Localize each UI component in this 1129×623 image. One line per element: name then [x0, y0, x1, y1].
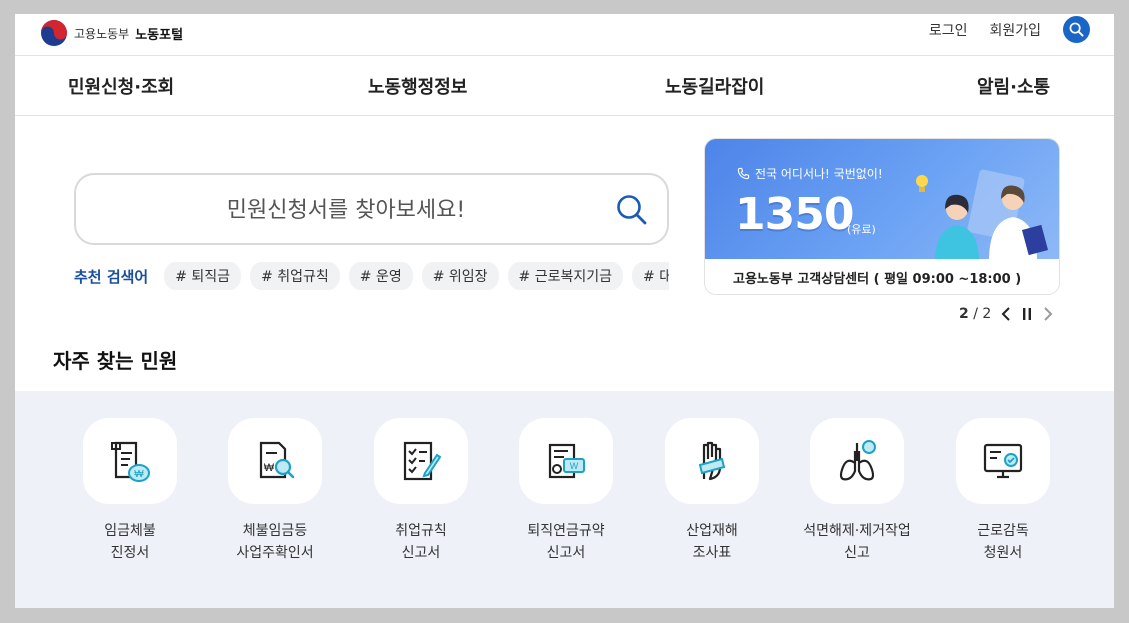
- frequent-icon-box: ₩: [83, 418, 177, 504]
- checklist-icon: [403, 441, 442, 481]
- frequent-label-line1: 근로감독: [977, 523, 1029, 539]
- signup-link[interactable]: 회원가입: [989, 20, 1041, 40]
- frequent-item-unpaid-wage-confirmation[interactable]: ₩ 체불임금등 사업주확인서: [205, 418, 345, 564]
- page: 고용노동부 노동포털 로그인 회원가입 민원신청·조회 노동행정정보 노동길라잡…: [15, 14, 1114, 608]
- frequent-label: 취업규칙 신고서: [351, 520, 491, 564]
- frequent-label-line2: 신고서: [546, 545, 586, 561]
- wage-document-icon: ₩: [111, 441, 150, 482]
- frequent-item-labor-inspection[interactable]: 근로감독 청원서: [933, 418, 1073, 564]
- frequent-label-line1: 석면해제·제거작업: [803, 523, 911, 539]
- frequent-label-line1: 체불임금등: [242, 523, 308, 539]
- recommended-label: 추천 검색어: [74, 267, 149, 286]
- chevron-right-icon: [1044, 307, 1053, 321]
- frequent-label: 임금체불 진정서: [60, 520, 200, 564]
- frequent-icon-box: W: [519, 418, 613, 504]
- nav-civil-service[interactable]: 민원신청·조회: [68, 73, 174, 99]
- utility-menu: 로그인 회원가입: [929, 16, 1090, 43]
- frequent-label-line2: 신고: [844, 545, 870, 561]
- callcenter-banner[interactable]: 전국 어디서나! 국번없이! 1350 (유료) 고용노동부 고객상담센터 ( …: [704, 138, 1060, 295]
- frequent-item-wage-complaint[interactable]: ₩ 임금체불 진정서: [60, 418, 200, 564]
- header-search-button[interactable]: [1063, 16, 1090, 43]
- search-input[interactable]: [96, 191, 596, 229]
- frequent-label: 체불임금등 사업주확인서: [205, 520, 345, 564]
- document-search-icon: ₩: [259, 441, 295, 479]
- pager-total: / 2: [973, 306, 992, 322]
- banner-pager: 2 / 2: [959, 306, 1053, 322]
- logo-org: 고용노동부: [74, 26, 130, 41]
- logo-name: 노동포털: [135, 27, 184, 43]
- frequent-icon-box: [374, 418, 468, 504]
- keyword-tag[interactable]: # 위임장: [421, 262, 499, 290]
- frequent-item-employment-rules[interactable]: 취업규칙 신고서: [351, 418, 491, 564]
- frequent-item-asbestos-removal[interactable]: 석면해제·제거작업 신고: [787, 418, 927, 564]
- main-navigation: 민원신청·조회 노동행정정보 노동길라잡이 알림·소통: [15, 56, 1114, 116]
- pause-icon: [1023, 308, 1032, 320]
- login-link[interactable]: 로그인: [929, 20, 968, 40]
- frequent-label-line1: 취업규칙: [395, 523, 447, 539]
- recommended-keywords: 추천 검색어 # 퇴직금 # 취업규칙 # 운영 # 위임장 # 근로복지기금 …: [74, 262, 669, 290]
- chevron-left-icon: [1001, 307, 1010, 321]
- frequent-label-line2: 진정서: [110, 545, 150, 561]
- banner-subtitle: 전국 어디서나! 국번없이!: [737, 165, 883, 182]
- nav-labor-guide[interactable]: 노동길라잡이: [665, 73, 764, 99]
- frequent-section-title: 자주 찾는 민원: [53, 349, 178, 373]
- pension-certificate-icon: W: [548, 443, 585, 479]
- frequent-label-line2: 사업주확인서: [236, 545, 314, 561]
- frequent-label: 근로감독 청원서: [933, 520, 1073, 564]
- pager-pause-button[interactable]: [1021, 306, 1033, 322]
- pager-count: 2 / 2: [959, 306, 991, 322]
- taegeuk-emblem-icon: [41, 20, 67, 46]
- injured-hand-icon: [698, 441, 726, 481]
- pager-current: 2: [959, 306, 969, 322]
- frequent-icon-box: ₩: [228, 418, 322, 504]
- site-logo[interactable]: 고용노동부 노동포털: [40, 19, 183, 47]
- frequent-label: 퇴직연금규약 신고서: [496, 520, 636, 564]
- lungs-icon: [839, 440, 876, 481]
- frequent-label: 석면해제·제거작업 신고: [787, 520, 927, 564]
- frequent-label-line2: 신고서: [401, 545, 441, 561]
- search-box: [74, 173, 669, 245]
- svg-text:₩: ₩: [134, 469, 144, 480]
- search-button[interactable]: [611, 189, 653, 231]
- nav-notice-communication[interactable]: 알림·소통: [977, 73, 1050, 99]
- pager-next-button[interactable]: [1043, 306, 1053, 322]
- monitor-icon: [983, 443, 1023, 479]
- frequent-label: 산업재해 조사표: [642, 520, 782, 564]
- phone-icon: [737, 167, 750, 180]
- svg-text:W: W: [570, 461, 579, 471]
- svg-text:₩: ₩: [264, 462, 275, 474]
- frequent-item-pension-rules[interactable]: W 퇴직연금규약 신고서: [496, 418, 636, 564]
- nav-labor-admin-info[interactable]: 노동행정정보: [368, 73, 467, 99]
- banner-caption-area: 고용노동부 고객상담센터 ( 평일 09:00 ~18:00 ): [705, 259, 1059, 294]
- keyword-tag[interactable]: # 운영: [348, 262, 413, 290]
- banner-subtitle-text: 전국 어디서나! 국번없이!: [755, 167, 883, 181]
- frequent-icon-box: [956, 418, 1050, 504]
- search-icon: [1069, 22, 1084, 37]
- keyword-tag[interactable]: # 대지급: [632, 262, 669, 290]
- frequent-label-line1: 퇴직연금규약: [527, 523, 605, 539]
- frequent-icon-box: [665, 418, 759, 504]
- frequent-label-line2: 조사표: [692, 545, 732, 561]
- keyword-tag[interactable]: # 근로복지기금: [507, 262, 624, 290]
- frequent-label-line1: 임금체불: [104, 523, 156, 539]
- paid-note: (유료): [847, 223, 876, 236]
- keyword-tag[interactable]: # 퇴직금: [164, 262, 242, 290]
- header: 고용노동부 노동포털 로그인 회원가입: [15, 14, 1114, 56]
- banner-visual: 전국 어디서나! 국번없이! 1350 (유료): [705, 139, 1059, 261]
- banner-caption: 고용노동부 고객상담센터 ( 평일 09:00 ~18:00 ): [733, 272, 1022, 287]
- counselor-illustration-icon: [916, 169, 1049, 261]
- frequent-icon-box: [810, 418, 904, 504]
- frequent-label-line2: 청원서: [983, 545, 1023, 561]
- frequent-item-industrial-accident[interactable]: 산업재해 조사표: [642, 418, 782, 564]
- keyword-tag[interactable]: # 취업규칙: [250, 262, 340, 290]
- callcenter-number: 1350: [735, 189, 854, 240]
- frequent-label-line1: 산업재해: [686, 523, 738, 539]
- search-icon: [617, 195, 647, 225]
- pager-prev-button[interactable]: [1001, 306, 1011, 322]
